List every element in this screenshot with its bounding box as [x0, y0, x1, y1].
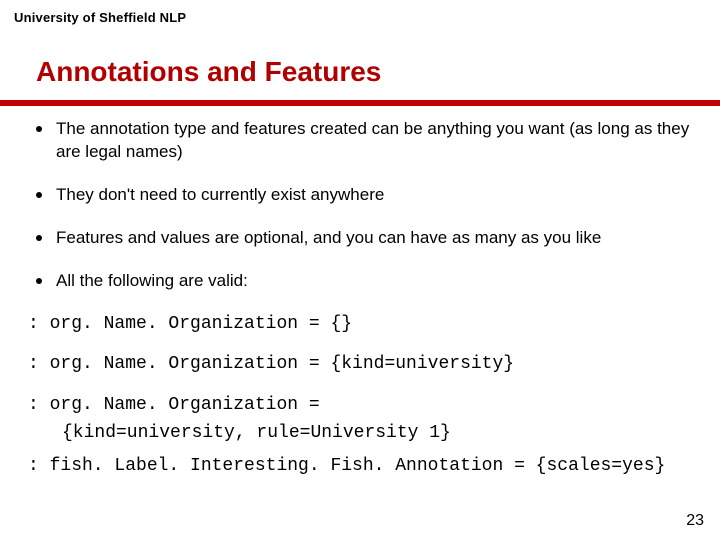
page-number: 23	[686, 512, 704, 530]
code-examples: : org. Name. Organization = {} : org. Na…	[28, 313, 698, 478]
bullet-item: The annotation type and features created…	[28, 118, 698, 164]
code-line: : org. Name. Organization =	[28, 394, 698, 417]
code-line: {kind=university, rule=University 1}	[28, 422, 698, 445]
code-line: : fish. Label. Interesting. Fish. Annota…	[28, 455, 698, 478]
bullet-item: They don't need to currently exist anywh…	[28, 184, 698, 207]
bullet-item: Features and values are optional, and yo…	[28, 227, 698, 250]
affiliation-text: University of Sheffield NLP	[14, 10, 186, 25]
code-line: : org. Name. Organization = {kind=univer…	[28, 353, 698, 376]
slide-content: The annotation type and features created…	[28, 118, 698, 495]
code-line: : org. Name. Organization = {}	[28, 313, 698, 336]
title-underline	[0, 100, 720, 106]
bullet-item: All the following are valid:	[28, 270, 698, 293]
bullet-list: The annotation type and features created…	[28, 118, 698, 293]
slide-title: Annotations and Features	[36, 56, 381, 88]
